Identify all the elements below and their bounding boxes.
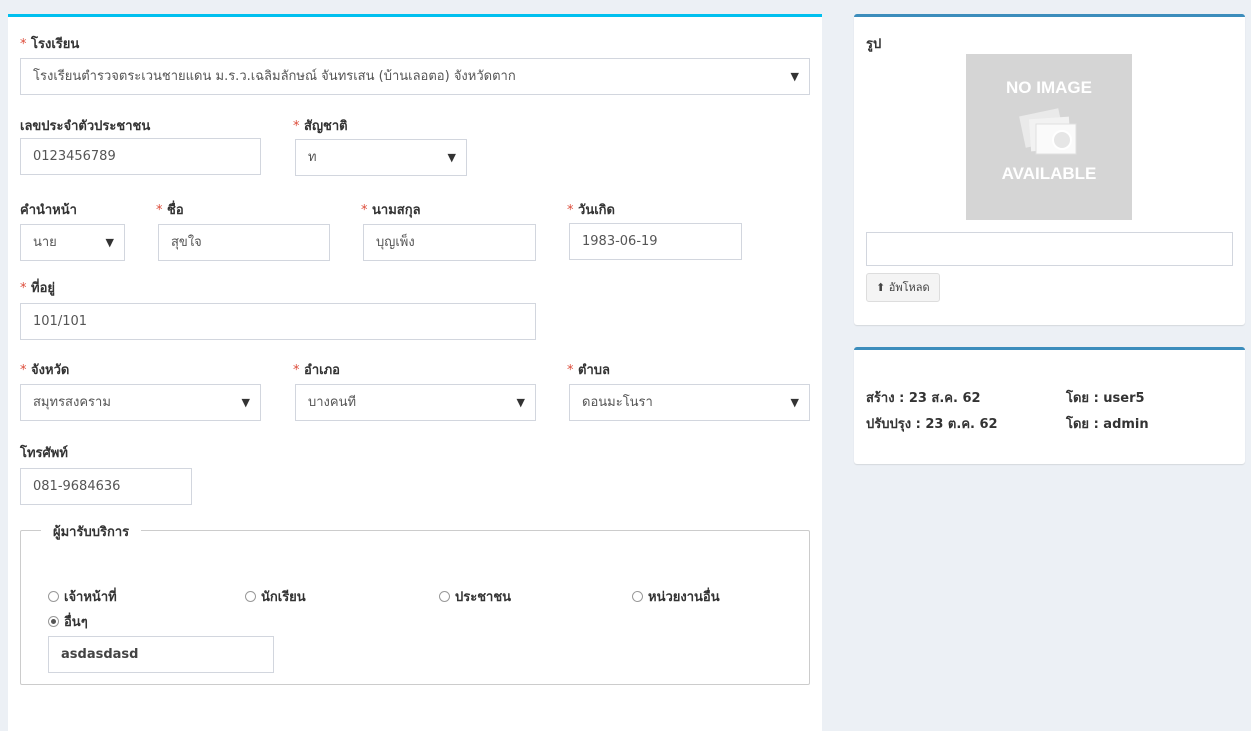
province-label: * จังหวัด (20, 363, 70, 378)
first-name-label: * ชื่อ (156, 203, 184, 218)
radio-other-agency[interactable]: หน่วยงานอื่น (632, 586, 720, 607)
chevron-down-icon: ▼ (516, 396, 525, 409)
radio-staff[interactable]: เจ้าหน้าที่ (48, 586, 117, 607)
radio-selected-icon (48, 616, 59, 627)
photo-icon (1019, 108, 1077, 155)
service-recipient-legend: ผู้มารับบริการ (41, 521, 142, 542)
created-date: สร้าง : 23 ส.ค. 62 (866, 391, 981, 406)
photo-label: รูป (866, 37, 882, 52)
audit-panel: สร้าง : 23 ส.ค. 62 โดย : user5 ปรับปรุง … (854, 347, 1245, 464)
upload-icon: ⬆ (876, 281, 886, 294)
radio-citizen[interactable]: ประชาชน (439, 586, 511, 607)
birthdate-input[interactable]: 1983-06-19 (569, 223, 742, 260)
service-recipient-group: ผู้มารับบริการ เจ้าหน้าที่ นักเรียน ประช… (20, 521, 810, 685)
radio-icon (48, 591, 59, 602)
chevron-down-icon: ▼ (105, 236, 114, 249)
no-image-top-text: NO IMAGE (1006, 78, 1092, 97)
radio-icon (245, 591, 256, 602)
school-label: * โรงเรียน (20, 37, 80, 52)
no-image-placeholder: NO IMAGE AVAILABLE (966, 54, 1132, 220)
birthdate-label: * วันเกิด (567, 203, 615, 218)
chevron-down-icon: ▼ (790, 70, 799, 83)
radio-icon (632, 591, 643, 602)
chevron-down-icon: ▼ (790, 396, 799, 409)
nationality-label: * สัญชาติ (293, 119, 348, 134)
updated-by: โดย : admin (1066, 417, 1149, 432)
school-select[interactable]: โรงเรียนตำรวจตระเวนชายแดน ม.ร.ว.เฉลิมลัก… (20, 58, 810, 95)
upload-button[interactable]: ⬆ อัพโหลด (866, 273, 940, 302)
radio-icon (439, 591, 450, 602)
prefix-select[interactable]: นาย ▼ (20, 224, 125, 261)
updated-date: ปรับปรุง : 23 ต.ค. 62 (866, 417, 998, 432)
phone-label: โทรศัพท์ (20, 446, 68, 461)
created-by: โดย : user5 (1066, 391, 1145, 406)
citizen-id-label: เลขประจำตัวประชาชน (20, 119, 151, 134)
last-name-label: * นามสกุล (361, 203, 421, 218)
last-name-input[interactable]: บุญเพ็ง (363, 224, 536, 261)
radio-other[interactable]: อื่นๆ (48, 611, 88, 632)
chevron-down-icon: ▼ (447, 151, 456, 164)
nationality-select[interactable]: ท ▼ (295, 139, 467, 176)
address-input[interactable]: 101/101 (20, 303, 536, 340)
subdistrict-label: * ตำบล (567, 363, 610, 378)
photo-panel: รูป NO IMAGE AVAILABLE ⬆ อัพโหลด (854, 14, 1245, 325)
subdistrict-select[interactable]: ดอนมะโนรา ▼ (569, 384, 810, 421)
address-label: * ที่อยู่ (20, 281, 56, 296)
district-select[interactable]: บางคนที ▼ (295, 384, 536, 421)
phone-input[interactable]: 081-9684636 (20, 468, 192, 505)
first-name-input[interactable]: สุขใจ (158, 224, 330, 261)
district-label: * อำเภอ (293, 363, 340, 378)
no-image-bottom-text: AVAILABLE (1001, 164, 1097, 183)
photo-file-input[interactable] (866, 232, 1233, 266)
chevron-down-icon: ▼ (241, 396, 250, 409)
other-service-input[interactable]: asdasdasd (48, 636, 274, 673)
student-form-panel: * โรงเรียน โรงเรียนตำรวจตระเวนชายแดน ม.ร… (8, 14, 822, 731)
citizen-id-input[interactable]: 0123456789 (20, 138, 261, 175)
radio-student[interactable]: นักเรียน (245, 586, 306, 607)
province-select[interactable]: สมุทรสงคราม ▼ (20, 384, 261, 421)
prefix-label: คำนำหน้า (20, 203, 77, 218)
